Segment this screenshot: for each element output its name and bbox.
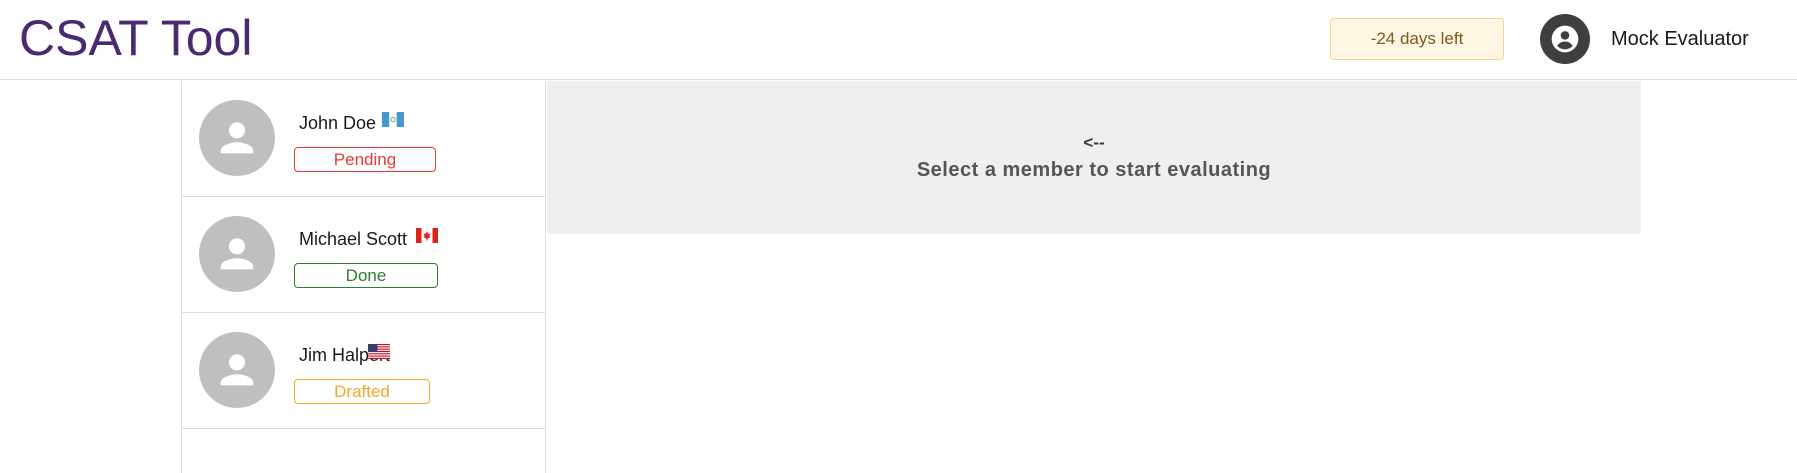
- account-circle-icon: [1551, 25, 1579, 53]
- status-badge: Pending: [294, 147, 436, 172]
- member-name: Michael Scott: [299, 229, 408, 249]
- person-icon: [220, 122, 254, 154]
- user-avatar[interactable]: [1540, 14, 1590, 64]
- evaluation-placeholder-panel: <-- Select a member to start evaluating: [547, 81, 1641, 234]
- left-arrow-hint: <--: [1083, 133, 1105, 152]
- member-avatar: [199, 216, 275, 292]
- status-badge: Drafted: [294, 379, 430, 404]
- status-badge: Done: [294, 263, 438, 288]
- member-item-michael-scott[interactable]: Michael Scott Done: [182, 197, 545, 313]
- person-icon: [220, 238, 254, 270]
- usa-flag-icon: [368, 344, 390, 359]
- person-icon: [220, 354, 254, 386]
- canada-flag-icon: [416, 228, 438, 243]
- select-member-prompt: Select a member to start evaluating: [916, 159, 1272, 181]
- member-avatar: [199, 332, 275, 408]
- app-title: CSAT Tool: [19, 10, 253, 66]
- guatemala-flag-icon: [382, 112, 404, 127]
- app-header: CSAT Tool -24 days left Mock Evaluator: [0, 0, 1797, 80]
- deadline-badge: -24 days left: [1330, 18, 1504, 60]
- member-list: John Doe Pending Michael Scott Done Jim …: [181, 81, 546, 473]
- user-name[interactable]: Mock Evaluator: [1611, 27, 1749, 51]
- member-item-john-doe[interactable]: John Doe Pending: [182, 81, 545, 197]
- member-name: John Doe: [299, 113, 377, 133]
- member-item-jim-halpert[interactable]: Jim Halpert Drafted: [182, 313, 545, 429]
- member-avatar: [199, 100, 275, 176]
